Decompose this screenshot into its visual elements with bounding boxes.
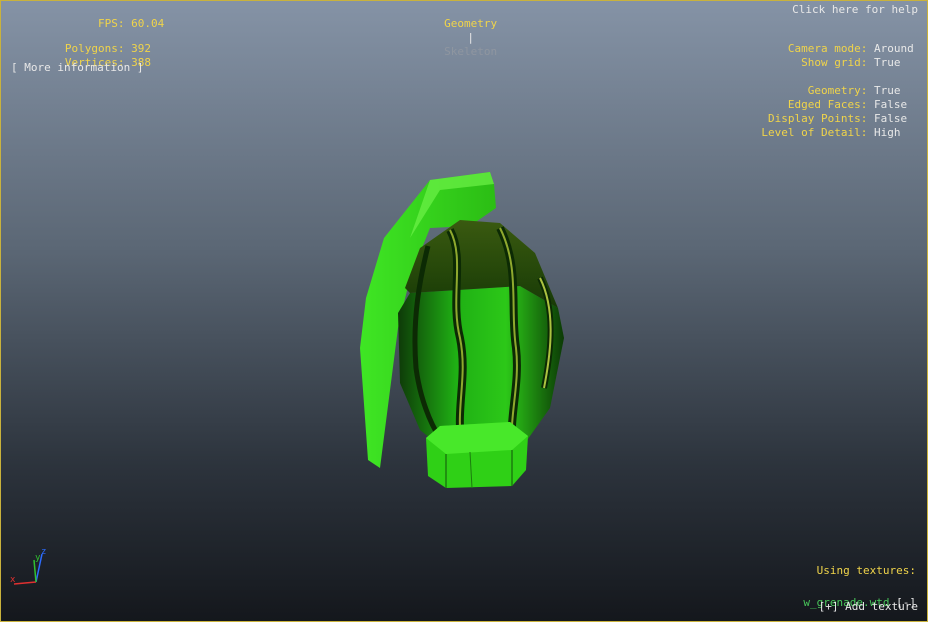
setting-value: True <box>874 56 901 69</box>
textures-heading: Using textures: <box>816 564 916 577</box>
add-texture-button[interactable]: [+] Add texture <box>819 600 918 614</box>
tab-geometry[interactable]: Geometry <box>444 17 497 30</box>
x-axis-label: x <box>10 575 16 585</box>
y-axis-line <box>33 559 37 583</box>
x-axis-line <box>13 581 37 585</box>
tab-skeleton[interactable]: Skeleton <box>444 45 497 58</box>
grenade-model[interactable] <box>350 168 580 498</box>
more-information-link[interactable]: [ More information ] <box>11 61 143 75</box>
help-link[interactable]: Click here for help <box>792 3 918 17</box>
setting-label: Level of Detail: <box>761 126 868 139</box>
setting-value: High <box>874 126 901 139</box>
axes-gizmo: x y z <box>10 547 46 585</box>
tab-separator: | <box>467 31 474 44</box>
z-axis-label: z <box>41 547 46 557</box>
setting-level-of-detail[interactable]: Level of Detail: High <box>735 112 916 154</box>
setting-label: Show grid: <box>801 56 868 69</box>
